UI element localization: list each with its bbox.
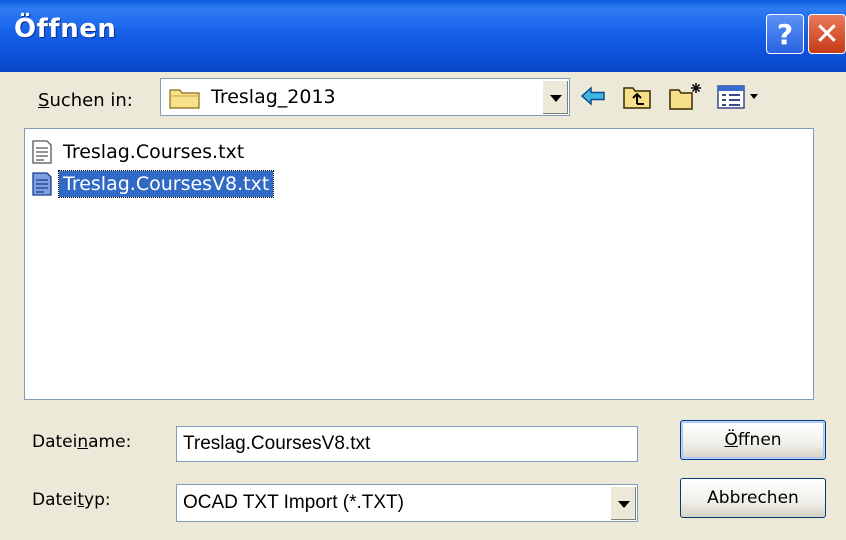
title-bar[interactable]: Öffnen ? ✕ — [0, 0, 846, 72]
window-title: Öffnen — [14, 14, 117, 44]
text-file-icon — [32, 172, 52, 196]
view-menu-icon[interactable] — [716, 80, 762, 112]
text-file-icon — [32, 140, 52, 164]
lookin-dropdown-button[interactable] — [542, 80, 568, 114]
filetype-value: OCAD TXT Import (*.TXT) — [183, 492, 404, 513]
list-item[interactable]: Treslag.CoursesV8.txt — [31, 169, 275, 199]
filename-label: Dateiname: — [32, 432, 132, 452]
lookin-value: Treslag_2013 — [211, 86, 336, 108]
file-list[interactable]: Treslag.Courses.txt Treslag.CoursesV8.tx… — [24, 128, 814, 400]
filetype-dropdown[interactable]: OCAD TXT Import (*.TXT) — [176, 484, 638, 522]
open-button[interactable]: Öffnen — [680, 420, 826, 460]
new-folder-icon[interactable] — [668, 80, 704, 112]
lookin-dropdown[interactable]: Treslag_2013 — [160, 78, 570, 116]
filetype-dropdown-button[interactable] — [610, 486, 636, 520]
cancel-button[interactable]: Abbrechen — [680, 478, 826, 518]
chevron-down-icon — [618, 501, 630, 508]
file-name: Treslag.CoursesV8.txt — [57, 170, 275, 198]
folder-icon — [169, 89, 200, 109]
lookin-label: Suchen in: — [38, 90, 133, 111]
filetype-label: Dateityp: — [32, 490, 111, 510]
help-button[interactable]: ? — [766, 14, 804, 54]
chevron-down-icon — [550, 95, 562, 102]
file-name: Treslag.Courses.txt — [63, 141, 245, 163]
filename-input[interactable]: Treslag.CoursesV8.txt — [176, 426, 638, 462]
list-item[interactable]: Treslag.Courses.txt — [31, 137, 248, 167]
up-folder-icon[interactable] — [622, 80, 652, 112]
close-button[interactable]: ✕ — [808, 14, 846, 54]
back-arrow-icon[interactable] — [580, 80, 606, 112]
open-dialog: Öffnen ? ✕ Suchen in: Treslag_2013 Tresl… — [0, 0, 846, 540]
